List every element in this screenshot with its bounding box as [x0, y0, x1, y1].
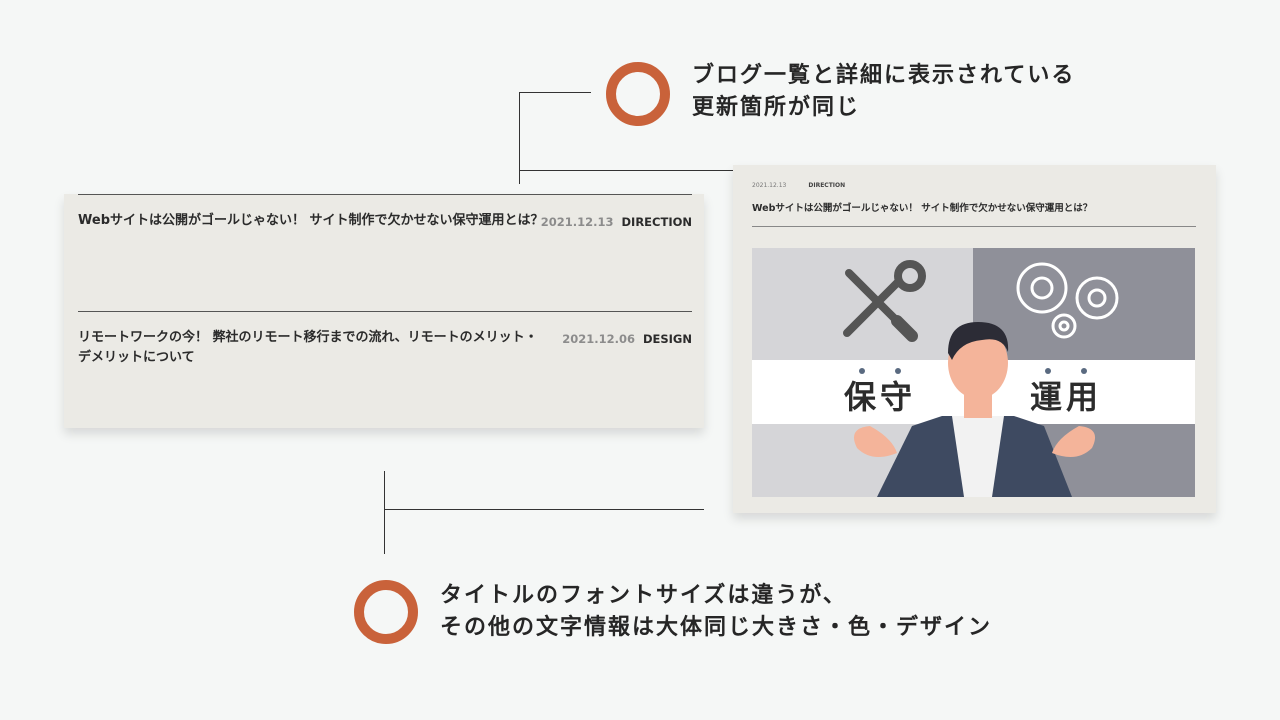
list-item-title[interactable]: Webサイトは公開がゴールじゃない！ サイト制作で欠かせない保守運用とは？: [78, 211, 548, 231]
list-item[interactable]: リモートワークの今！ 弊社のリモート移行までの流れ、リモートのメリット・デメリッ…: [78, 311, 692, 428]
detail-date: 2021.12.13: [752, 182, 787, 189]
eyecatch-word-right: 運用: [1030, 378, 1103, 416]
connector-top-h2: [519, 170, 734, 171]
blog-detail-card: 2021.12.13 DIRECTION Webサイトは公開がゴールじゃない！ サ…: [733, 165, 1216, 513]
list-item-meta: 2021.12.06 DESIGN: [562, 332, 692, 346]
list-item-date: 2021.12.13: [540, 215, 614, 229]
connector-bottom-h: [384, 509, 704, 510]
list-item-category[interactable]: DESIGN: [643, 332, 692, 346]
callout-bottom-line2: その他の文字情報は大体同じ大きさ・色・デザイン: [440, 615, 993, 640]
circle-marker-top: [606, 62, 670, 126]
detail-title: Webサイトは公開がゴールじゃない！ サイト制作で欠かせない保守運用とは？: [752, 203, 1093, 214]
connector-bottom-v: [384, 471, 385, 554]
detail-divider: [752, 226, 1196, 227]
callout-top-line1: ブログ一覧と詳細に表示されている: [692, 63, 1076, 88]
eyecatch-illustration: [752, 248, 1195, 497]
detail-meta: 2021.12.13 DIRECTION: [752, 182, 845, 189]
list-item-meta: 2021.12.13 DIRECTION: [541, 215, 692, 229]
eyecatch-image: 保守 運用: [752, 248, 1195, 497]
callout-top-text: ブログ一覧と詳細に表示されている 更新箇所が同じ: [692, 60, 1075, 124]
connector-top-h: [519, 92, 591, 93]
list-item-category[interactable]: DIRECTION: [622, 215, 693, 229]
list-item[interactable]: Webサイトは公開がゴールじゃない！ サイト制作で欠かせない保守運用とは？ 20…: [78, 194, 692, 311]
circle-marker-bottom: [354, 580, 418, 644]
eyecatch-word-left: 保守: [844, 378, 917, 416]
detail-category[interactable]: DIRECTION: [808, 182, 845, 189]
list-item-title[interactable]: リモートワークの今！ 弊社のリモート移行までの流れ、リモートのメリット・デメリッ…: [78, 328, 548, 368]
callout-top-line2: 更新箇所が同じ: [692, 95, 861, 120]
callout-bottom-text: タイトルのフォントサイズは違うが、 その他の文字情報は大体同じ大きさ・色・デザイ…: [440, 580, 992, 644]
list-item-date: 2021.12.06: [562, 332, 635, 346]
blog-list-card: Webサイトは公開がゴールじゃない！ サイト制作で欠かせない保守運用とは？ 20…: [64, 194, 704, 428]
callout-bottom-line1: タイトルのフォントサイズは違うが、: [440, 583, 847, 608]
